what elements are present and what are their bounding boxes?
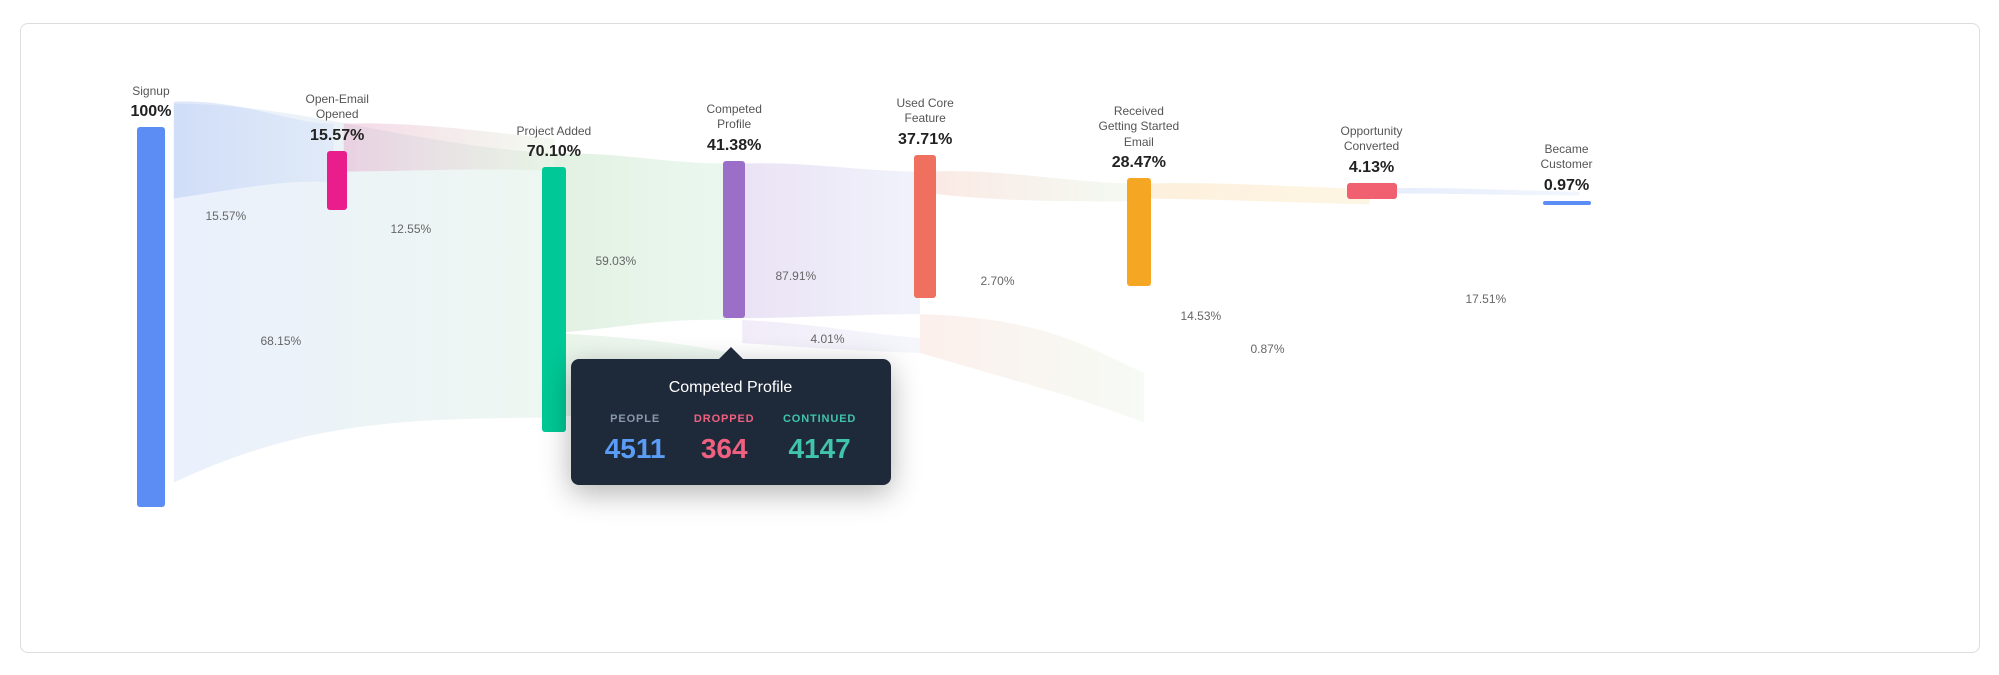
tooltip-people-value: 4511 xyxy=(605,433,666,465)
stage-signup-pct: 100% xyxy=(131,103,172,121)
stage-received-email: ReceivedGetting StartedEmail 28.47% xyxy=(1099,104,1180,287)
stage-project-added-bar xyxy=(542,167,566,432)
stage-became-customer-bar xyxy=(1543,201,1591,205)
tooltip-people-label: PEOPLE xyxy=(610,413,660,425)
flow-label-087: 0.87% xyxy=(1251,342,1285,356)
stage-project-added-pct: 70.10% xyxy=(527,143,581,161)
tooltip-col-continued: CONTINUED 4147 xyxy=(783,413,856,465)
stage-competed-profile-bar xyxy=(723,161,745,318)
stage-project-added-label: Project Added xyxy=(517,124,592,140)
tooltip-continued-label: CONTINUED xyxy=(783,413,856,425)
tooltip-dropped-value: 364 xyxy=(701,433,748,465)
stage-used-core: Used CoreFeature 37.71% xyxy=(897,96,954,298)
stage-opportunity-bar xyxy=(1347,183,1397,199)
stage-received-email-bar xyxy=(1127,178,1151,286)
flow-label-1255: 12.55% xyxy=(391,222,432,236)
funnel-chart: Signup 100% Open-EmailOpened 15.57% Proj… xyxy=(20,23,1980,653)
flow-label-6815: 68.15% xyxy=(261,334,302,348)
flow-label-270: 2.70% xyxy=(981,274,1015,288)
flow-label-1751: 17.51% xyxy=(1466,292,1507,306)
tooltip-columns: PEOPLE 4511 DROPPED 364 CONTINUED 4147 xyxy=(601,413,861,465)
tooltip-continued-value: 4147 xyxy=(788,433,850,465)
stage-signup: Signup 100% xyxy=(131,84,172,508)
stage-opportunity-label: OpportunityConverted xyxy=(1341,124,1403,155)
stage-became-customer: BecameCustomer 0.97% xyxy=(1541,142,1593,205)
stage-used-core-pct: 37.71% xyxy=(898,131,952,149)
flow-label-1557: 15.57% xyxy=(206,209,247,223)
tooltip-arrow xyxy=(719,347,743,359)
stage-competed-profile: CompetedProfile 41.38% xyxy=(707,102,762,318)
stage-signup-bar xyxy=(137,127,165,507)
stage-received-email-label: ReceivedGetting StartedEmail xyxy=(1099,104,1180,151)
stage-became-customer-label: BecameCustomer xyxy=(1541,142,1593,173)
tooltip-title: Competed Profile xyxy=(601,379,861,397)
stage-became-customer-pct: 0.97% xyxy=(1544,177,1589,195)
stage-competed-profile-label: CompetedProfile xyxy=(707,102,762,133)
stage-opportunity-pct: 4.13% xyxy=(1349,159,1394,177)
tooltip-col-dropped: DROPPED 364 xyxy=(694,413,755,465)
stage-used-core-label: Used CoreFeature xyxy=(897,96,954,127)
flow-label-401: 4.01% xyxy=(811,332,845,346)
stage-opportunity: OpportunityConverted 4.13% xyxy=(1341,124,1403,199)
stage-open-email-pct: 15.57% xyxy=(310,127,364,145)
stage-received-email-pct: 28.47% xyxy=(1112,154,1166,172)
stage-open-email: Open-EmailOpened 15.57% xyxy=(306,92,369,210)
stage-used-core-bar xyxy=(914,155,936,298)
flow-label-8791: 87.91% xyxy=(776,269,817,283)
tooltip-col-people: PEOPLE 4511 xyxy=(605,413,666,465)
stage-competed-profile-pct: 41.38% xyxy=(707,137,761,155)
tooltip-dropped-label: DROPPED xyxy=(694,413,755,425)
stage-open-email-label: Open-EmailOpened xyxy=(306,92,369,123)
stage-open-email-bar xyxy=(327,151,347,210)
stage-signup-label: Signup xyxy=(132,84,169,100)
flow-label-5903: 59.03% xyxy=(596,254,637,268)
tooltip-competed-profile: Competed Profile PEOPLE 4511 DROPPED 364… xyxy=(571,359,891,485)
flow-label-1453: 14.53% xyxy=(1181,309,1222,323)
